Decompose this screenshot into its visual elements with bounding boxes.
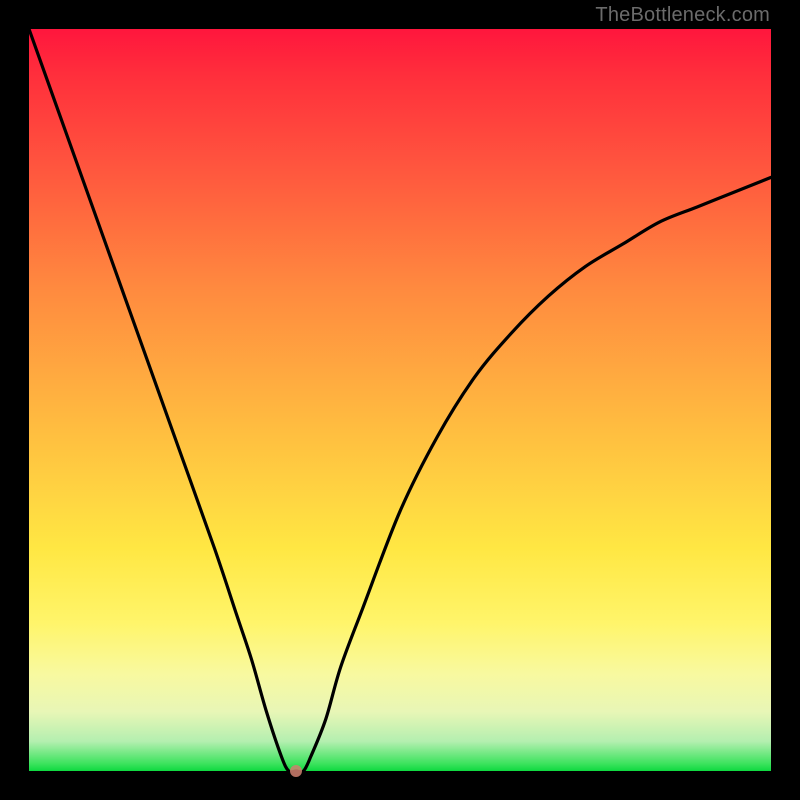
bottleneck-marker <box>290 765 302 777</box>
plot-area <box>29 29 771 771</box>
watermark-text: TheBottleneck.com <box>595 4 770 27</box>
bottleneck-curve <box>29 29 771 771</box>
chart-frame: TheBottleneck.com <box>0 0 800 800</box>
